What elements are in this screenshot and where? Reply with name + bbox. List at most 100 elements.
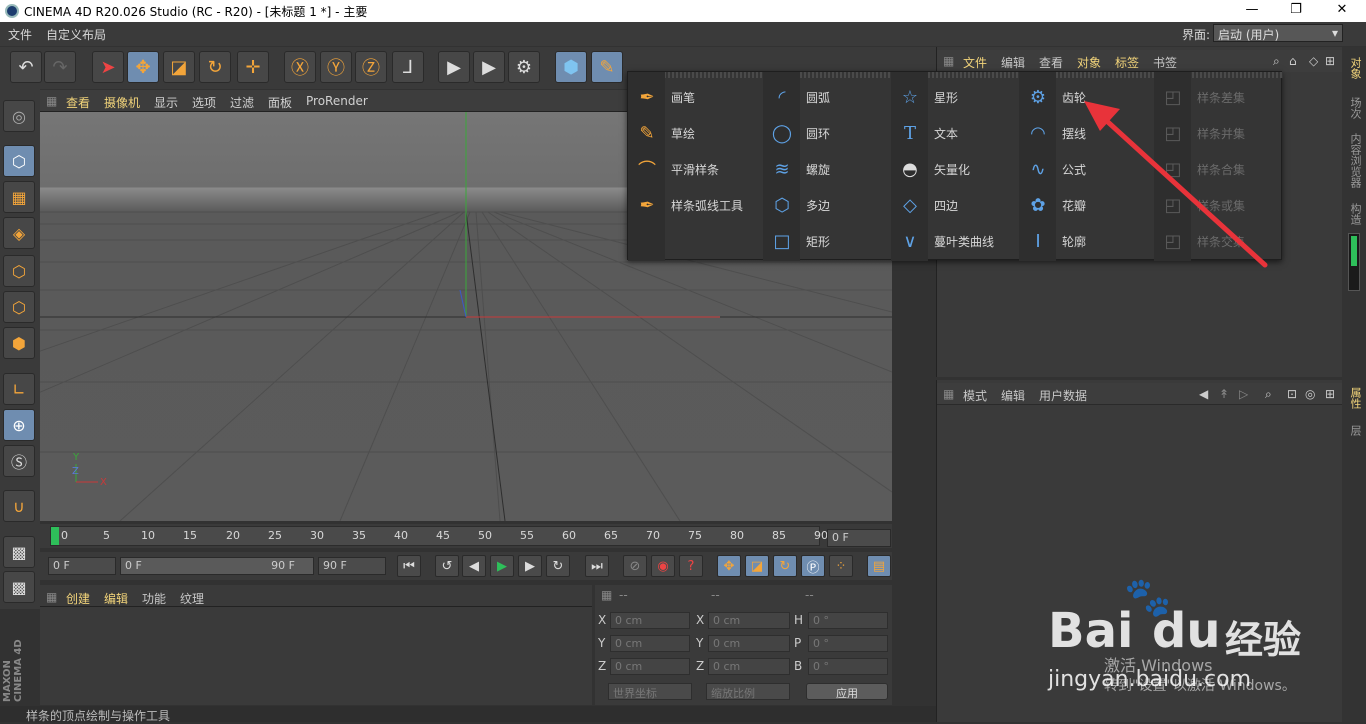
tab-structure[interactable]: 构造: [1345, 203, 1363, 225]
minimize-button[interactable]: —: [1232, 2, 1272, 17]
workplane-icon[interactable]: ◈: [3, 217, 35, 249]
timeline-playhead[interactable]: [51, 527, 59, 545]
apply-button[interactable]: 应用: [806, 683, 888, 700]
model-mode-icon[interactable]: ⬡: [3, 145, 35, 177]
start-frame-field[interactable]: 0 F: [48, 557, 116, 575]
menu-file[interactable]: 文件: [8, 26, 32, 43]
attributes-menu-mode[interactable]: 模式: [963, 387, 987, 404]
world-coords-select[interactable]: 世界坐标: [608, 683, 692, 700]
timeline-ruler[interactable]: 0 5 10 15 20 25 30 35 40 45 50 55 60 65 …: [50, 526, 828, 546]
objects-menu-tags[interactable]: 标签: [1115, 54, 1139, 71]
key-rotation-icon[interactable]: ↻: [773, 555, 797, 577]
rotation-p-field[interactable]: 0 °: [808, 635, 888, 652]
make-editable-icon[interactable]: ◎: [3, 100, 35, 132]
popup-item-arc[interactable]: ◜ 圆弧: [767, 82, 831, 112]
recent-tool-icon[interactable]: ✛: [237, 51, 269, 83]
axis-mode-icon[interactable]: ∟: [3, 373, 35, 405]
up-icon[interactable]: ◇: [1309, 54, 1318, 68]
size-z-field[interactable]: 0 cm: [708, 658, 790, 675]
polygons-mode-icon[interactable]: ⬢: [3, 327, 35, 359]
close-button[interactable]: ✕: [1322, 2, 1362, 17]
popup-item-helix[interactable]: ≋ 螺旋: [767, 154, 830, 184]
key-scale-icon[interactable]: ◪: [745, 555, 769, 577]
snap-icon[interactable]: Ⓢ: [3, 445, 35, 477]
rotation-b-field[interactable]: 0 °: [808, 658, 888, 675]
play-icon[interactable]: ▶: [490, 555, 514, 577]
texture-mode-icon[interactable]: ▦: [3, 181, 35, 213]
popup-item-rectangle[interactable]: □ 矩形: [767, 226, 830, 256]
popup-item-star[interactable]: ☆ 星形: [895, 82, 958, 112]
viewport-menu-prorender[interactable]: ProRender: [306, 94, 368, 108]
popup-item-cogwheel[interactable]: ⚙ 齿轮: [1023, 82, 1086, 112]
edges-mode-icon[interactable]: ⬡: [3, 291, 35, 323]
auto-key-icon[interactable]: ◉: [651, 555, 675, 577]
position-z-field[interactable]: 0 cm: [610, 658, 690, 675]
new-panel-icon[interactable]: ⊞: [1325, 387, 1335, 401]
objects-menu-view[interactable]: 查看: [1039, 54, 1063, 71]
previous-frame-icon[interactable]: ◀: [462, 555, 486, 577]
key-pla-icon[interactable]: ⁘: [829, 555, 853, 577]
tab-objects[interactable]: 对象: [1345, 57, 1363, 79]
attributes-menu-edit[interactable]: 编辑: [1001, 387, 1025, 404]
search-icon[interactable]: ⌕: [1265, 387, 1272, 402]
popup-item-spline-arc-tool[interactable]: ✒ 样条弧线工具: [632, 190, 743, 220]
grid-lock-icon[interactable]: ▩: [3, 536, 35, 568]
coordinate-system-icon[interactable]: ⅃: [392, 51, 424, 83]
key-parameter-icon[interactable]: Ⓟ: [801, 555, 825, 577]
timeline[interactable]: 0 5 10 15 20 25 30 35 40 45 50 55 60 65 …: [40, 524, 892, 548]
viewport-menu-filter[interactable]: 过滤: [230, 94, 254, 111]
popup-item-spline-smooth[interactable]: ⌒ 平滑样条: [632, 154, 719, 184]
undo-icon[interactable]: ↶: [10, 51, 42, 83]
x-axis-icon[interactable]: Ⓧ: [284, 51, 316, 83]
viewport-menu-camera[interactable]: 摄像机: [104, 94, 140, 111]
viewport-menu-view[interactable]: 查看: [66, 94, 90, 111]
menu-custom-layout[interactable]: 自定义布局: [46, 26, 106, 43]
popup-item-text[interactable]: T 文本: [895, 118, 958, 148]
tab-takes[interactable]: 场次: [1345, 97, 1363, 119]
popup-item-formula[interactable]: ∿ 公式: [1023, 154, 1086, 184]
scroll-indicator[interactable]: [1348, 233, 1360, 291]
tab-layers[interactable]: 层: [1345, 425, 1363, 436]
z-axis-icon[interactable]: Ⓩ: [355, 51, 387, 83]
next-frame-icon[interactable]: ▶: [518, 555, 542, 577]
viewport-menu-options[interactable]: 选项: [192, 94, 216, 111]
objects-menu-objects[interactable]: 对象: [1077, 54, 1101, 71]
scale-icon[interactable]: ◪: [163, 51, 195, 83]
end-frame-field[interactable]: 90 F: [318, 557, 386, 575]
popup-item-flower[interactable]: ✿ 花瓣: [1023, 190, 1086, 220]
frame-range-slider[interactable]: 0 F 90 F: [120, 557, 314, 575]
render-view-icon[interactable]: ▶: [438, 51, 470, 83]
objects-menu-file[interactable]: 文件: [963, 54, 987, 71]
tweak-mode-icon[interactable]: ⊕: [3, 409, 35, 441]
pen-icon[interactable]: ✎: [591, 51, 623, 83]
material-menu-create[interactable]: 创建: [66, 590, 90, 607]
keyframe-selection-icon[interactable]: ?: [679, 555, 703, 577]
search-icon[interactable]: ⌕: [1273, 54, 1280, 69]
record-keys-icon[interactable]: ⊘: [623, 555, 647, 577]
select-icon[interactable]: ➤: [92, 51, 124, 83]
size-y-field[interactable]: 0 cm: [708, 635, 790, 652]
rotation-h-field[interactable]: 0 °: [808, 612, 888, 629]
tab-attributes[interactable]: 属性: [1345, 387, 1363, 409]
popup-item-vectorizer[interactable]: ◓ 矢量化: [895, 154, 970, 184]
size-x-field[interactable]: 0 cm: [708, 612, 790, 629]
home-icon[interactable]: ⌂: [1289, 54, 1297, 68]
lock-icon[interactable]: ⊡: [1287, 387, 1297, 401]
popup-item-nside[interactable]: ⬡ 多边: [767, 190, 830, 220]
scale-mode-select[interactable]: 缩放比例: [706, 683, 790, 700]
viewport-menu-panel[interactable]: 面板: [268, 94, 292, 111]
material-menu-function[interactable]: 功能: [142, 590, 166, 607]
popup-item-pen[interactable]: ✒ 画笔: [632, 82, 695, 112]
redo-icon[interactable]: ↷: [44, 51, 76, 83]
position-y-field[interactable]: 0 cm: [610, 635, 690, 652]
timeline-window-icon[interactable]: ▤: [867, 555, 891, 577]
attributes-menu-userdata[interactable]: 用户数据: [1039, 387, 1087, 404]
target-icon[interactable]: ◎: [1305, 387, 1315, 401]
render-settings-icon[interactable]: ⚙: [508, 51, 540, 83]
new-panel-icon[interactable]: ⊞: [1325, 54, 1335, 68]
magnet-icon[interactable]: ∪: [3, 490, 35, 522]
popup-item-cycloid[interactable]: ◠ 摆线: [1023, 118, 1086, 148]
popup-item-profile[interactable]: Ⅰ 轮廓: [1023, 226, 1086, 256]
popup-item-sketch[interactable]: ✎ 草绘: [632, 118, 695, 148]
key-position-icon[interactable]: ✥: [717, 555, 741, 577]
